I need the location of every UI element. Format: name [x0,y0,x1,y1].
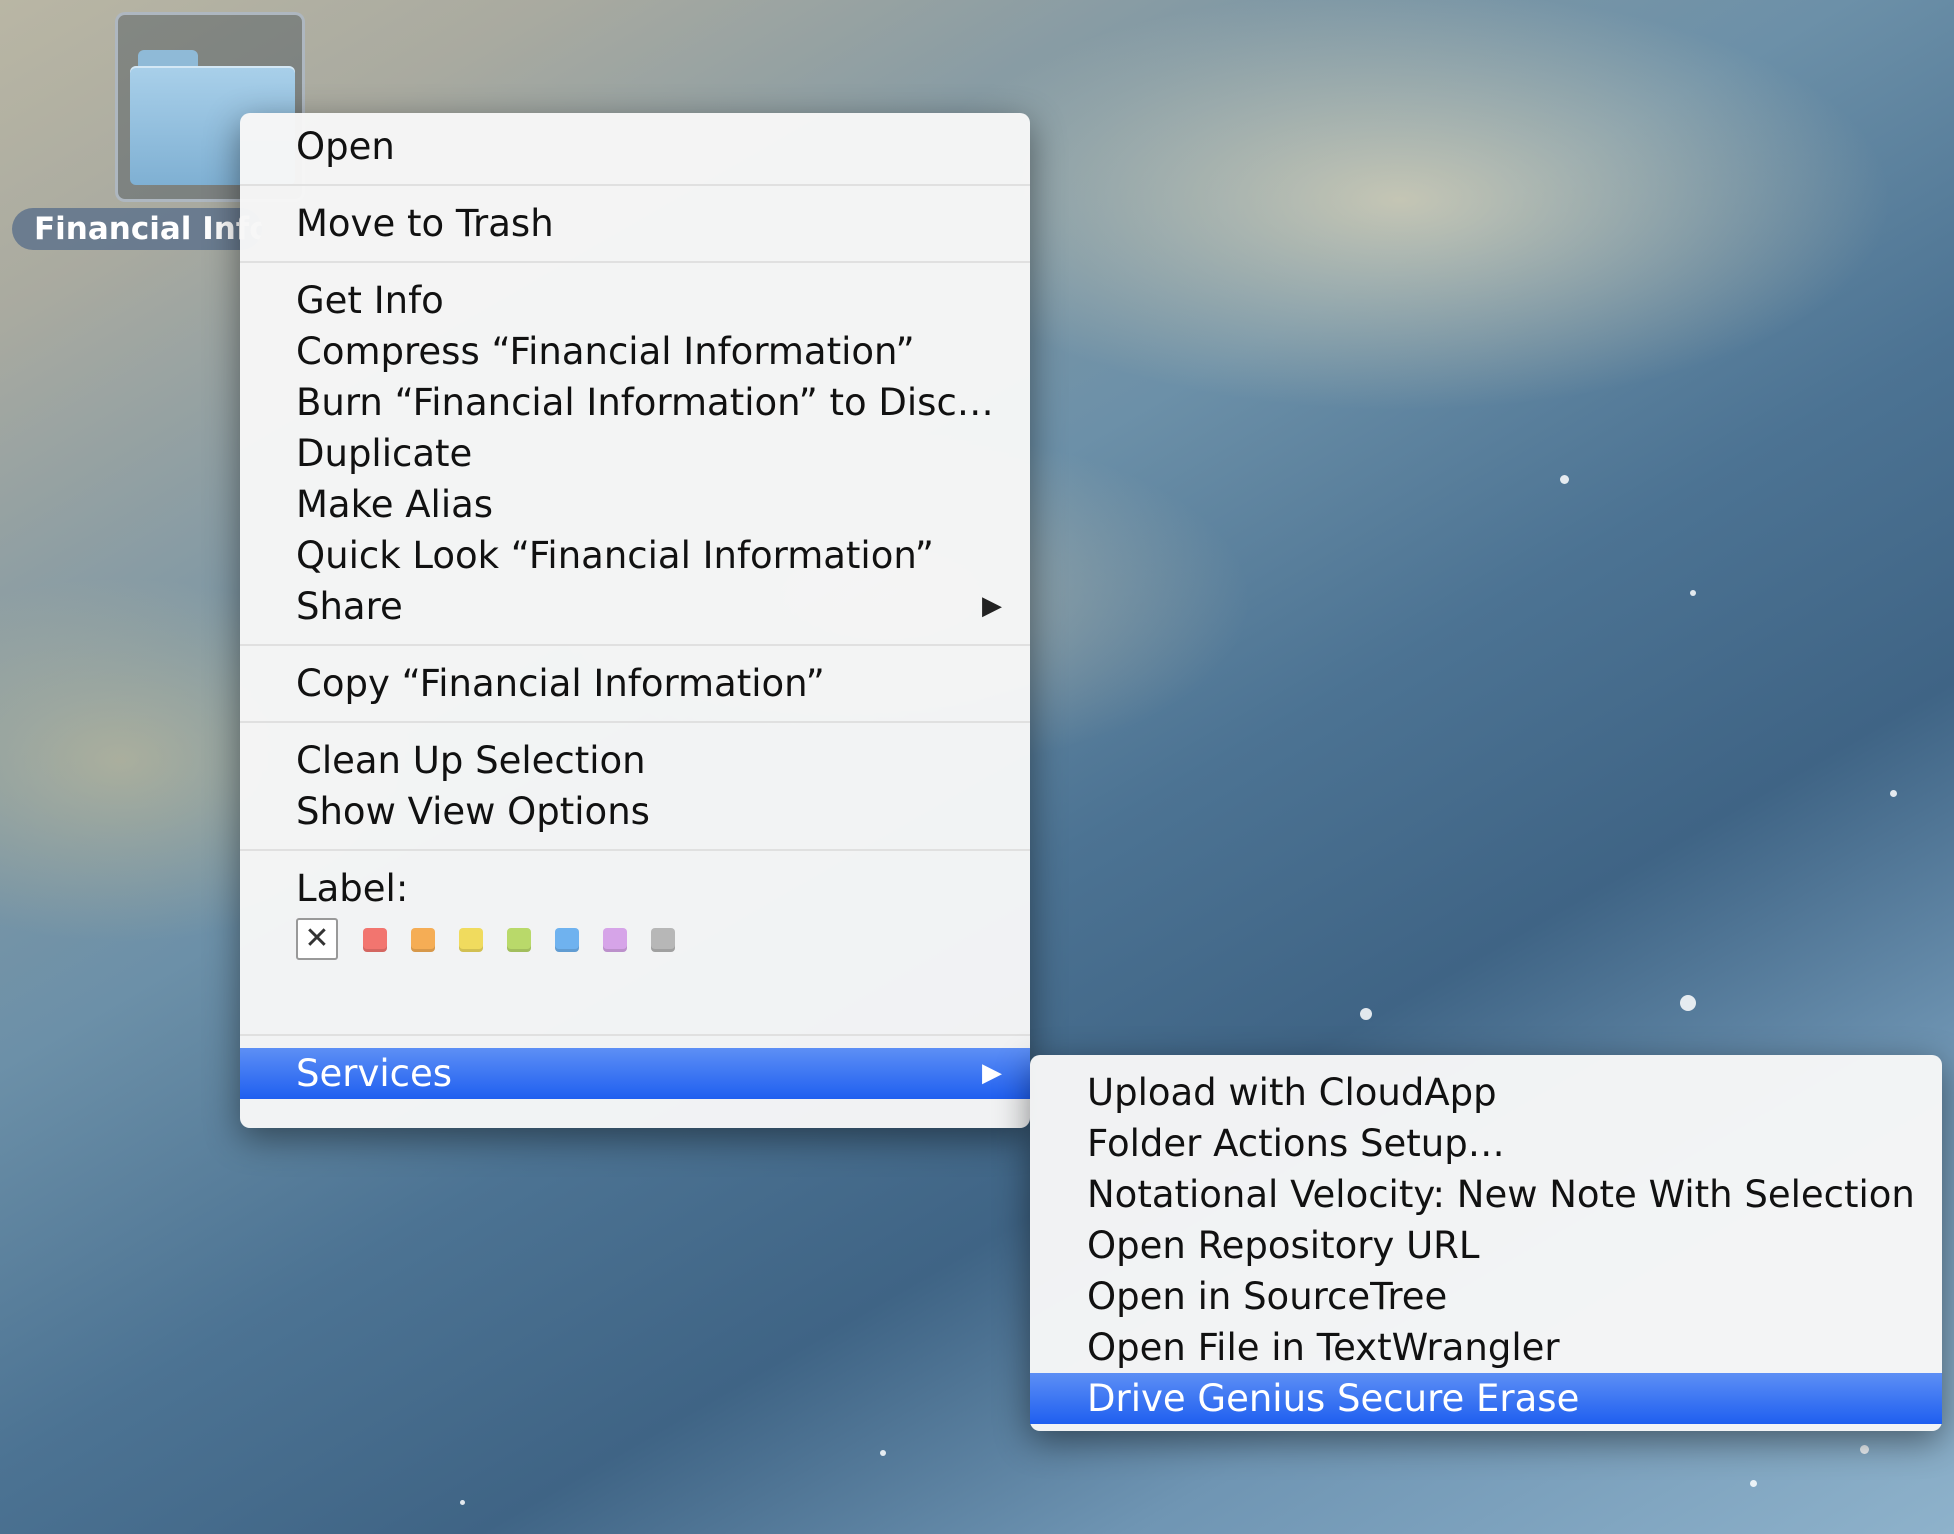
menu-item-label: Open Repository URL [1087,1224,1480,1267]
menu-item-move-to-trash[interactable]: Move to Trash [240,198,1030,249]
menu-item-upload-with-cloudapp[interactable]: Upload with CloudApp [1030,1067,1942,1118]
menu-item-burn-financial-information-to-disc[interactable]: Burn “Financial Information” to Disc… [240,377,1030,428]
label-color-swatch[interactable] [651,928,675,952]
menu-item-label: Copy “Financial Information” [296,662,825,705]
menu-item-drive-genius-secure-erase[interactable]: Drive Genius Secure Erase [1030,1373,1942,1424]
menu-item-label: Quick Look “Financial Information” [296,534,934,577]
services-submenu: Upload with CloudApp Folder Actions Setup… [1030,1055,1942,1431]
label-color-swatch[interactable] [507,928,531,952]
submenu-arrow-icon: ▶ [982,591,1002,621]
menu-item-label: Move to Trash [296,202,554,245]
menu-item-get-info[interactable]: Get Info [240,275,1030,326]
menu-item-label: Open in SourceTree [1087,1275,1448,1318]
menu-item-label: Open [296,125,395,168]
menu-item-label: Drive Genius Secure Erase [1087,1377,1580,1420]
star [880,1450,886,1456]
menu-item-duplicate[interactable]: Duplicate [240,428,1030,479]
menu-item-open-file-in-textwrangler[interactable]: Open File in TextWrangler [1030,1322,1942,1373]
menu-item-share[interactable]: Share ▶ [240,581,1030,632]
menu-separator [240,849,1030,851]
label-color-swatch[interactable] [363,928,387,952]
menu-item-folder-actions-setup[interactable]: Folder Actions Setup… [1030,1118,1942,1169]
menu-item-label: Clean Up Selection [296,739,646,782]
menu-item-quick-look-financial-information[interactable]: Quick Look “Financial Information” [240,530,1030,581]
menu-item-label: Upload with CloudApp [1087,1071,1497,1114]
star [1680,995,1696,1011]
menu-item-label: Notational Velocity: New Note With Selec… [1087,1173,1915,1216]
label-title: Label: [296,867,409,910]
menu-separator [240,1034,1030,1036]
menu-item-label: Get Info [296,279,444,322]
menu-spacer [240,974,1030,1022]
menu-item-label: Open File in TextWrangler [1087,1326,1560,1369]
menu-item-clean-up-selection[interactable]: Clean Up Selection [240,735,1030,786]
star [1890,790,1897,797]
menu-item-label: Compress “Financial Information” [296,330,915,373]
star [1690,590,1696,596]
menu-separator [240,721,1030,723]
menu-item-label: Duplicate [296,432,473,475]
menu-separator [240,184,1030,186]
menu-item-open-repository-url[interactable]: Open Repository URL [1030,1220,1942,1271]
star [1860,1445,1869,1454]
menu-item-show-view-options[interactable]: Show View Options [240,786,1030,837]
menu-item-notational-velocity-new-note-with-selection[interactable]: Notational Velocity: New Note With Selec… [1030,1169,1942,1220]
context-menu: Open Move to Trash Get Info Compress “Finan… [240,113,1030,1128]
menu-item-label: Share [296,585,403,628]
star [1750,1480,1757,1487]
menu-item-label: Show View Options [296,790,650,833]
label-color-swatch[interactable] [555,928,579,952]
star [1360,1008,1372,1020]
label-color-swatch[interactable] [411,928,435,952]
submenu-arrow-icon: ▶ [982,1058,1002,1088]
folder-label[interactable]: Financial Information [12,208,262,250]
star [1560,475,1569,484]
menu-item-label: Burn “Financial Information” to Disc… [296,381,994,424]
menu-item-open[interactable]: Open [240,121,1030,172]
menu-item-label: Make Alias [296,483,494,526]
menu-item-services[interactable]: Services ▶ [240,1048,1030,1099]
menu-item-compress-financial-information[interactable]: Compress “Financial Information” [240,326,1030,377]
menu-separator [240,644,1030,646]
menu-separator [240,261,1030,263]
label-color-swatch[interactable] [603,928,627,952]
star [460,1500,465,1505]
label-none-icon[interactable]: ✕ [296,918,338,960]
menu-item-label: Services [296,1052,453,1095]
menu-item-make-alias[interactable]: Make Alias [240,479,1030,530]
menu-item-label: Folder Actions Setup… [1087,1122,1505,1165]
label-color-picker: ✕ [240,914,1030,974]
menu-item-copy-financial-information[interactable]: Copy “Financial Information” [240,658,1030,709]
label-color-swatch[interactable] [459,928,483,952]
menu-item-open-in-sourcetree[interactable]: Open in SourceTree [1030,1271,1942,1322]
